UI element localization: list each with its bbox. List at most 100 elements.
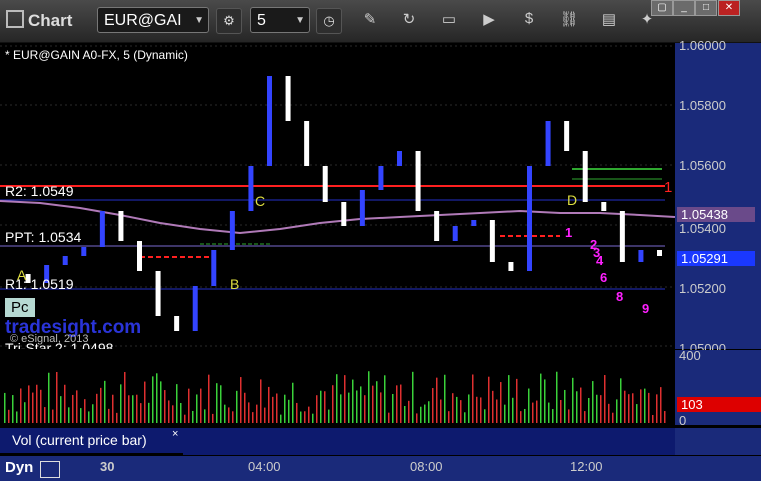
volume-bar xyxy=(164,390,166,423)
volume-bar xyxy=(204,409,206,423)
close-icon[interactable]: × xyxy=(172,428,178,440)
restore-button[interactable]: ▢ xyxy=(651,0,673,16)
volume-bar xyxy=(576,391,578,423)
dollar-icon[interactable]: $ xyxy=(518,10,540,27)
volume-bar xyxy=(352,379,354,423)
volume-chart[interactable] xyxy=(0,350,675,425)
volume-bar xyxy=(536,400,538,423)
settings-icon[interactable]: ⚙ xyxy=(216,8,242,34)
maximize-button[interactable]: □ xyxy=(695,0,717,16)
volume-bar xyxy=(256,404,258,423)
volume-bar xyxy=(312,413,314,423)
volume-bar xyxy=(636,404,638,423)
volume-bar xyxy=(480,397,482,423)
chart-icon xyxy=(6,10,24,28)
candle xyxy=(527,166,532,271)
volume-bar xyxy=(268,386,270,423)
volume-bar xyxy=(308,406,310,423)
chevron-down-icon[interactable]: ▼ xyxy=(194,8,204,32)
volume-current-badge: 103 xyxy=(677,397,761,412)
volume-bar xyxy=(184,414,186,423)
candle xyxy=(508,262,514,271)
volume-bar xyxy=(248,402,250,423)
volume-bar xyxy=(20,388,22,423)
candle xyxy=(638,250,644,262)
volume-bar xyxy=(588,398,590,423)
chevron-down-icon[interactable]: ▼ xyxy=(295,8,305,34)
dyn-label[interactable]: Dyn xyxy=(5,459,33,476)
price-axis[interactable]: 1.06000 1.05800 1.05600 1.05438 1.05400 … xyxy=(675,38,761,356)
volume-bar xyxy=(96,393,98,423)
refresh-icon[interactable]: ↻ xyxy=(398,10,420,28)
volume-bar xyxy=(516,378,518,423)
interval-input[interactable]: 5 ▼ xyxy=(250,7,310,33)
volume-bar xyxy=(44,407,46,423)
volume-bar xyxy=(540,373,542,423)
count-magenta-4: 4 xyxy=(596,253,604,268)
get-icon[interactable]: ▭ xyxy=(438,10,460,28)
volume-bar xyxy=(452,393,454,423)
current-price-badge: 1.05291 xyxy=(677,251,755,266)
volume-bar xyxy=(84,399,86,423)
price-chart[interactable]: A B C D 1 1 2 3 4 6 8 9 * EUR@GAIN A0-FX… xyxy=(0,43,675,349)
price-label: 1.05800 xyxy=(679,98,726,113)
volume-bar xyxy=(488,376,490,423)
volume-bar xyxy=(464,412,466,423)
volume-bar xyxy=(436,377,438,423)
volume-bar xyxy=(596,394,598,423)
candle xyxy=(267,76,272,166)
volume-bar xyxy=(36,384,38,423)
volume-svg xyxy=(4,371,666,423)
pc-badge[interactable]: Pc xyxy=(5,298,35,317)
r1-label: R1: 1.0519 xyxy=(5,276,74,292)
symbol-input[interactable]: EUR@GAI ▼ xyxy=(97,7,209,33)
volume-study-label[interactable]: Vol (current price bar) xyxy=(0,428,183,453)
count-magenta-8: 8 xyxy=(616,289,623,304)
volume-bar xyxy=(512,397,514,423)
volume-bar xyxy=(252,412,254,423)
volume-bar xyxy=(128,395,130,423)
volume-bar xyxy=(384,375,386,423)
comment-icon[interactable]: ▤ xyxy=(598,10,620,28)
volume-label-max: 400 xyxy=(679,348,701,363)
volume-bar xyxy=(60,396,62,423)
count-magenta-9: 9 xyxy=(642,301,649,316)
volume-bar xyxy=(116,412,118,423)
candle xyxy=(452,226,458,241)
volume-bar xyxy=(112,394,114,423)
volume-bar xyxy=(424,404,426,423)
volume-bar xyxy=(264,407,266,423)
point-label-c: C xyxy=(255,193,265,209)
volume-bar xyxy=(468,394,470,423)
volume-bar xyxy=(472,374,474,423)
volume-bar xyxy=(144,381,146,423)
volume-bar xyxy=(136,394,138,423)
volume-bar xyxy=(212,413,214,423)
minimize-button[interactable]: _ xyxy=(673,0,695,16)
price-chart-svg: A B C D 1 1 2 3 4 6 8 9 xyxy=(0,45,675,347)
candle xyxy=(62,256,68,265)
r2-label: R2: 1.0549 xyxy=(5,183,74,199)
clock-icon[interactable]: ◷ xyxy=(316,8,342,34)
volume-bar xyxy=(372,385,374,423)
scale-icon[interactable] xyxy=(40,461,60,478)
point-label-b: B xyxy=(230,276,239,292)
volume-bar xyxy=(620,378,622,423)
pencil-icon[interactable]: ✎ xyxy=(359,10,381,28)
volume-bar xyxy=(356,390,358,423)
candle xyxy=(545,121,551,166)
volume-bar xyxy=(320,390,322,423)
link-icon[interactable]: ⛓ xyxy=(558,10,580,28)
candle xyxy=(99,211,105,247)
close-button[interactable]: ✕ xyxy=(718,0,740,16)
volume-bar xyxy=(296,402,298,423)
volume-bar xyxy=(100,387,102,423)
tristar-label: Tri-Star 2: 1.0498 xyxy=(5,340,114,349)
play-icon[interactable]: ▶ xyxy=(478,10,500,28)
volume-bar xyxy=(644,388,646,423)
time-axis[interactable]: Dyn 30 04:00 08:00 12:00 xyxy=(0,456,761,481)
volume-bar xyxy=(316,395,318,423)
interval-value: 5 xyxy=(257,12,266,29)
price-label: 1.06000 xyxy=(679,38,726,53)
volume-bar xyxy=(208,374,210,423)
